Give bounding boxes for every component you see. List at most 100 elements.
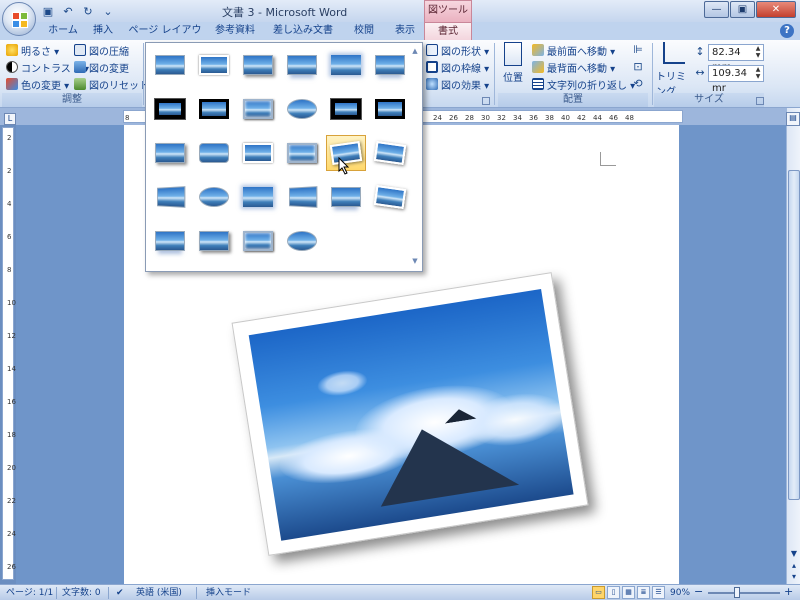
simple-white-style[interactable] [282, 135, 322, 171]
minimize-button[interactable]: — [704, 1, 729, 18]
zoom-slider[interactable] [708, 592, 780, 594]
scroll-thumb[interactable] [788, 170, 800, 500]
language-indicator[interactable]: 英語 (米国) [136, 587, 182, 599]
width-spinner[interactable]: ▲ ▼ [753, 66, 763, 81]
height-spinner[interactable]: ▲ ▼ [753, 45, 763, 60]
ribbon-tabs: ホーム 挿入 ページ レイアウト 参考資料 差し込み文書 校閲 表示 書式 ? [0, 22, 800, 54]
relaxed-perspective-style[interactable] [150, 179, 190, 215]
picture-border-button[interactable]: 図の枠線 ▾ [426, 59, 489, 75]
tab-format[interactable]: 書式 [424, 22, 472, 40]
align-icon[interactable]: ⊫ [630, 42, 646, 57]
proofing-icon[interactable]: ✔ [116, 587, 124, 599]
ruler-number: 34 [513, 114, 522, 122]
height-field[interactable]: 82.34 mm ▲▼ [708, 44, 764, 73]
tab-view[interactable]: 表示 [388, 22, 422, 40]
tab-references[interactable]: 参考資料 [206, 22, 264, 40]
picture-shape-button[interactable]: 図の形状 ▾ [426, 42, 489, 58]
metal-frame-style[interactable] [326, 91, 366, 127]
picture-shape-icon [426, 44, 438, 56]
zoom-in-button[interactable]: + [784, 586, 793, 598]
reflected-bevel-style[interactable] [326, 179, 366, 215]
text-wrapping-button[interactable]: 文字列の折り返し ▾ [532, 76, 635, 92]
double-frame-style[interactable] [370, 91, 410, 127]
tab-mailings[interactable]: 差し込み文書 [266, 22, 340, 40]
reset-picture-button[interactable]: 図のリセット [74, 76, 149, 92]
contrast-icon [6, 61, 18, 73]
compress-pictures-button[interactable]: 図の圧縮 [74, 42, 129, 58]
quick-access-toolbar: ▣ ↶ ↻ ⌄ [40, 3, 116, 19]
reflected-style[interactable] [282, 47, 322, 83]
styles-launcher-icon[interactable] [482, 97, 490, 105]
office-button[interactable] [2, 2, 36, 36]
zoom-slider-thumb[interactable] [734, 587, 740, 598]
save-icon[interactable]: ▣ [40, 4, 56, 19]
scroll-down-icon[interactable]: ▼ [788, 548, 800, 560]
rotate-icon[interactable]: ⟲ [630, 76, 646, 91]
black-frame-style[interactable] [194, 91, 234, 127]
gallery-scroll-up-icon[interactable]: ▲ [410, 47, 420, 55]
tab-selector-icon[interactable]: L [4, 113, 16, 125]
tab-page-layout[interactable]: ページ レイアウト [126, 22, 204, 54]
black-reflected-style[interactable] [150, 223, 190, 259]
picture-effects-button[interactable]: 図の効果 ▾ [426, 76, 489, 92]
outline-view-icon[interactable]: ≣ [637, 586, 650, 599]
beveled-style[interactable] [238, 91, 278, 127]
change-picture-button[interactable]: 図の変更 [74, 59, 129, 75]
position-icon [504, 42, 522, 66]
thick-black-frame-style[interactable] [150, 91, 190, 127]
maximize-button[interactable]: ▣ [730, 1, 755, 18]
style-thumbnail [157, 186, 186, 208]
white-frame-style[interactable] [194, 47, 234, 83]
soft-oval-style[interactable] [194, 179, 234, 215]
zoom-out-button[interactable]: − [694, 586, 703, 598]
tab-home[interactable]: ホーム [40, 22, 86, 40]
full-screen-reading-icon[interactable]: ▯ [607, 586, 620, 599]
drop-shadow-style[interactable] [238, 47, 278, 83]
vertical-ruler[interactable]: 2 2 4 6 8 10 12 14 16 18 20 22 24 26 [2, 127, 16, 580]
insert-mode-indicator[interactable]: 挿入モード [206, 587, 251, 599]
center-shadow-style[interactable] [150, 135, 190, 171]
redo-icon[interactable]: ↻ [80, 4, 96, 19]
crop-button[interactable]: トリミング [656, 42, 692, 98]
soft-edge-style[interactable] [326, 47, 366, 83]
word-count[interactable]: 文字数: 0 [62, 587, 101, 599]
metal-rounded-style[interactable] [238, 223, 278, 259]
draft-view-icon[interactable]: ☰ [652, 586, 665, 599]
brightness-button[interactable]: 明るさ ▾ [6, 42, 59, 58]
recolor-button[interactable]: 色の変更 ▾ [6, 76, 69, 92]
zoom-level[interactable]: 90% [670, 587, 690, 599]
group-icon[interactable]: ⊡ [630, 59, 646, 74]
reflected-rounded-style[interactable] [370, 47, 410, 83]
page-indicator[interactable]: ページ: 1/1 [6, 587, 53, 599]
vertical-scrollbar[interactable]: ▲ ▼ ▴ ▾ [786, 108, 800, 584]
bring-to-front-button[interactable]: 最前面へ移動 ▾ [532, 42, 615, 58]
position-button[interactable]: 位置 [500, 42, 526, 84]
view-ruler-icon[interactable]: ▤ [786, 112, 800, 126]
bevel-perspective-style[interactable] [282, 179, 322, 215]
rounded-diagonal-style[interactable] [194, 135, 234, 171]
bring-to-front-label: 最前面へ移動 ▾ [547, 46, 616, 58]
simple-frame-style[interactable] [150, 47, 190, 83]
perspective-shadow-style[interactable] [370, 135, 410, 171]
close-button[interactable]: ✕ [756, 1, 796, 18]
moderate-frame-style[interactable] [194, 223, 234, 259]
print-layout-view-icon[interactable]: ▭ [592, 586, 605, 599]
help-icon[interactable]: ? [780, 24, 794, 38]
gallery-scrollbar[interactable]: ▲ ▼ [410, 47, 420, 265]
snip-corner-style[interactable] [238, 135, 278, 171]
tab-review[interactable]: 校閲 [344, 22, 384, 40]
next-page-icon[interactable]: ▾ [788, 571, 800, 583]
send-to-back-button[interactable]: 最背面へ移動 ▾ [532, 59, 615, 75]
size-launcher-icon[interactable] [756, 97, 764, 105]
oval-style[interactable] [282, 91, 322, 127]
selected-picture[interactable] [231, 272, 589, 556]
tab-insert[interactable]: 挿入 [86, 22, 120, 40]
tilted-frame-style[interactable] [370, 179, 410, 215]
glow-style[interactable] [238, 179, 278, 215]
gallery-scroll-down-icon[interactable]: ▼ [410, 257, 420, 265]
web-layout-icon[interactable]: ▦ [622, 586, 635, 599]
qat-more-icon[interactable]: ⌄ [100, 4, 116, 19]
undo-icon[interactable]: ↶ [60, 4, 76, 19]
width-field[interactable]: 109.34 mr ▲ ▼ [708, 65, 764, 94]
metal-oval-style[interactable] [282, 223, 322, 259]
